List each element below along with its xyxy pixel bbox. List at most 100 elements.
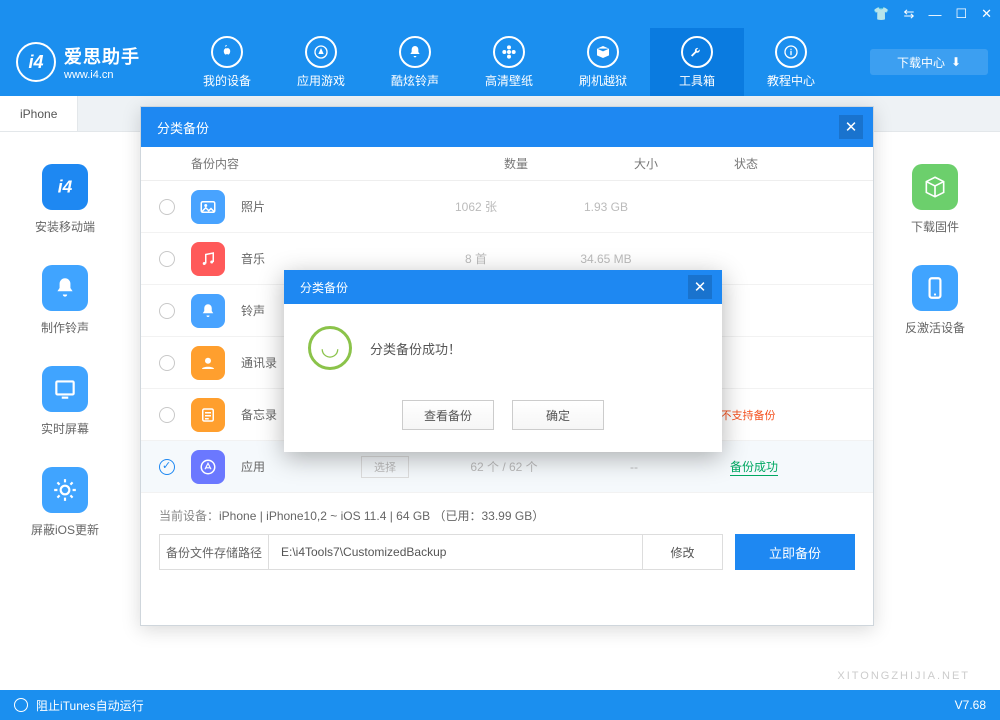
row-checkbox[interactable] [159, 407, 175, 423]
nav-wrench[interactable]: 工具箱 [650, 28, 744, 96]
col-qty: 数量 [441, 155, 591, 172]
row-qty: 8 首 [401, 250, 551, 267]
app-name: 爱思助手 [64, 43, 140, 69]
row-checkbox[interactable] [159, 251, 175, 267]
note-icon [191, 398, 225, 432]
tab-iphone[interactable]: iPhone [0, 96, 78, 131]
row-size: 1.93 GB [551, 200, 661, 214]
success-dialog-title: 分类备份 [300, 279, 348, 296]
bell-icon [191, 294, 225, 328]
nav-label: 应用游戏 [297, 72, 345, 89]
apple-icon [211, 36, 243, 68]
contact-icon [191, 346, 225, 380]
modify-button[interactable]: 修改 [643, 534, 723, 570]
nav-label: 高清壁纸 [485, 72, 533, 89]
row-checkbox[interactable] [159, 199, 175, 215]
row-name: 音乐 [241, 250, 401, 267]
select-button[interactable]: 选择 [361, 456, 409, 478]
view-backup-button[interactable]: 查看备份 [402, 400, 494, 430]
app-url: www.i4.cn [64, 69, 140, 81]
info-icon [775, 36, 807, 68]
wrench-icon [681, 36, 713, 68]
device-info: 当前设备：iPhone | iPhone10,2 ~ iOS 11.4 | 64… [141, 493, 873, 534]
row-checkbox[interactable] [159, 459, 175, 475]
nav-box[interactable]: 刷机越狱 [556, 28, 650, 96]
status-toggle-icon[interactable] [14, 698, 28, 712]
smile-icon: ◡ [308, 326, 352, 370]
row-checkbox[interactable] [159, 355, 175, 371]
box-icon [587, 36, 619, 68]
side-cube[interactable]: 下载固件 [911, 164, 959, 235]
col-status: 状态 [701, 155, 791, 172]
download-center-label: 下载中心 [897, 54, 945, 71]
nav-appstore[interactable]: 应用游戏 [274, 28, 368, 96]
screen-icon [42, 366, 88, 412]
success-dialog: 分类备份 ✕ ◡ 分类备份成功！ 查看备份 确定 [284, 270, 722, 452]
titlebar: 👕 ⇆ — ☐ ✕ [0, 0, 1000, 28]
side-phone[interactable]: 反激活设备 [905, 265, 965, 336]
side-label: 实时屏幕 [41, 420, 89, 437]
row-status: 备份成功 [689, 458, 819, 475]
row-qty: 1062 张 [401, 198, 551, 215]
row-size: -- [579, 460, 689, 474]
phone-icon [912, 265, 958, 311]
bell-icon [399, 36, 431, 68]
side-label: 屏蔽iOS更新 [31, 521, 99, 538]
appstore-icon [305, 36, 337, 68]
nav-info[interactable]: 教程中心 [744, 28, 838, 96]
side-label: 安装移动端 [35, 218, 95, 235]
row-size: 34.65 MB [551, 252, 661, 266]
row-checkbox[interactable] [159, 303, 175, 319]
nav-label: 工具箱 [679, 72, 715, 89]
music-icon [191, 242, 225, 276]
row-photo[interactable]: 照片 1062 张 1.93 GB [141, 181, 873, 233]
download-center-button[interactable]: 下载中心 ⬇ [870, 49, 988, 75]
row-name: 照片 [241, 198, 401, 215]
side-screen[interactable]: 实时屏幕 [41, 366, 89, 437]
svg-text:i4: i4 [58, 176, 73, 196]
version: V7.68 [955, 698, 986, 712]
nav-label: 我的设备 [203, 72, 251, 89]
nav-label: 教程中心 [767, 72, 815, 89]
tshirt-icon[interactable]: 👕 [873, 6, 889, 22]
side-label: 下载固件 [911, 218, 959, 235]
path-row: 备份文件存储路径 E:\i4Tools7\CustomizedBackup 修改… [159, 534, 855, 570]
backup-dialog-title: 分类备份 [157, 118, 209, 137]
flower-icon [493, 36, 525, 68]
bell-icon [42, 265, 88, 311]
cube-icon [912, 164, 958, 210]
status-success[interactable]: 备份成功 [730, 460, 778, 476]
side-i4[interactable]: i4 安装移动端 [35, 164, 95, 235]
statusbar: 阻止iTunes自动运行 V7.68 [0, 690, 1000, 720]
success-message: 分类备份成功！ [370, 339, 461, 358]
nav-flower[interactable]: 高清壁纸 [462, 28, 556, 96]
backup-dialog-close[interactable]: ✕ [839, 115, 863, 139]
nav-bell[interactable]: 酷炫铃声 [368, 28, 462, 96]
logo: i4 爱思助手 www.i4.cn [0, 42, 180, 82]
side-label: 反激活设备 [905, 319, 965, 336]
photo-icon [191, 190, 225, 224]
minimize-icon[interactable]: — [928, 7, 941, 22]
maximize-icon[interactable]: ☐ [955, 6, 967, 22]
status-text: 阻止iTunes自动运行 [36, 697, 144, 714]
download-icon: ⬇ [951, 55, 961, 69]
side-label: 制作铃声 [41, 319, 89, 336]
logo-icon: i4 [16, 42, 56, 82]
backup-now-button[interactable]: 立即备份 [735, 534, 855, 570]
watermark: XITONGZHIJIA.NET [837, 670, 970, 682]
i4-icon: i4 [42, 164, 88, 210]
nav-label: 刷机越狱 [579, 72, 627, 89]
header: i4 爱思助手 www.i4.cn 我的设备 应用游戏 酷炫铃声 高清壁纸 刷机越狱 工具… [0, 28, 1000, 96]
col-size: 大小 [591, 155, 701, 172]
side-gear[interactable]: 屏蔽iOS更新 [31, 467, 99, 538]
sync-icon[interactable]: ⇆ [904, 6, 915, 22]
ok-button[interactable]: 确定 [512, 400, 604, 430]
path-value: E:\i4Tools7\CustomizedBackup [269, 534, 643, 570]
close-icon[interactable]: ✕ [981, 6, 992, 22]
success-dialog-close[interactable]: ✕ [688, 275, 712, 299]
backup-columns: 备份内容 数量 大小 状态 [141, 147, 873, 181]
row-qty: 62 个 / 62 个 [429, 458, 579, 475]
side-bell[interactable]: 制作铃声 [41, 265, 89, 336]
nav-label: 酷炫铃声 [391, 72, 439, 89]
nav-apple[interactable]: 我的设备 [180, 28, 274, 96]
